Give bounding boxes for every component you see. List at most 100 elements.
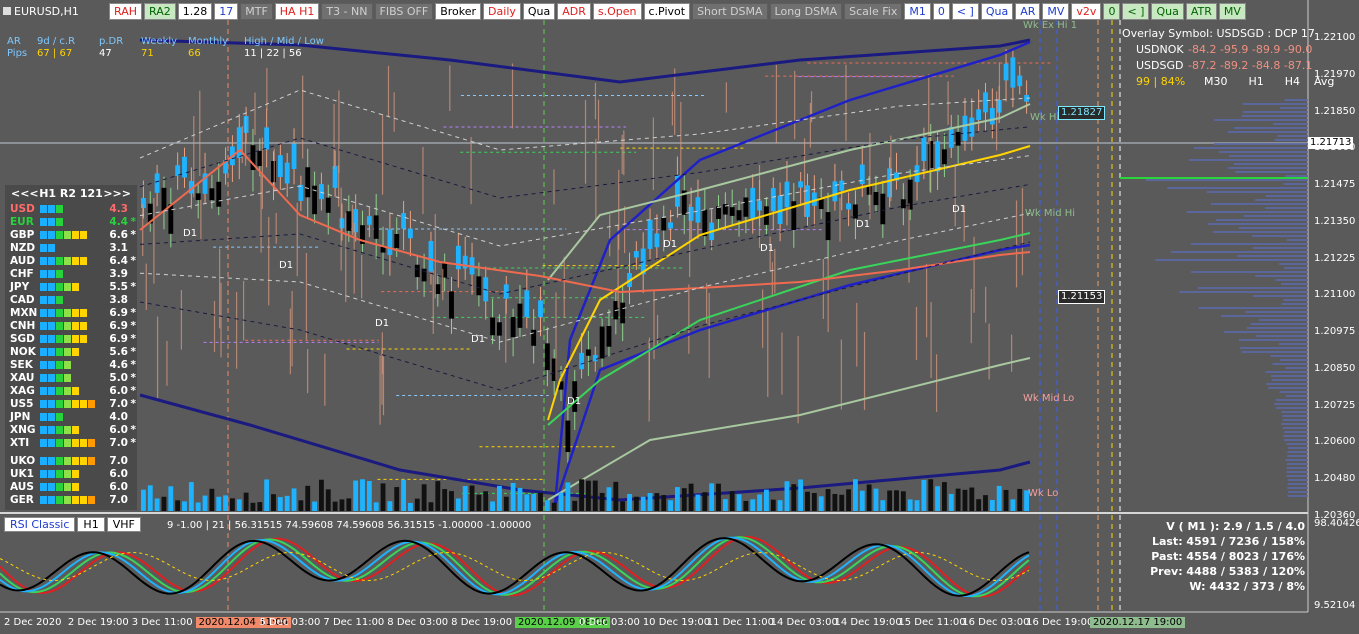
time-axis-label: 14 Dec 03:00: [770, 617, 838, 628]
time-axis-label: 8 Dec 03:00: [387, 617, 449, 628]
candle-body: [236, 127, 242, 158]
timeframe-button[interactable]: H1: [77, 517, 105, 532]
indicator-toolbar: RAH RA2 1.28 17 MTF HA H1 T3 - NN FIBS OFF Broke…: [109, 3, 1248, 20]
rsi-classic-button[interactable]: RSI Classic: [4, 517, 76, 532]
volume-bar: [394, 487, 400, 511]
panel-prev-button[interactable]: <<<: [11, 187, 39, 200]
toolbar-button[interactable]: AR: [1015, 3, 1041, 20]
toolbar-button[interactable]: 1.28: [177, 3, 213, 20]
toolbar-button[interactable]: T3 - NN: [321, 3, 373, 20]
currency-name: UKO: [10, 454, 36, 467]
toolbar-button[interactable]: RA2: [144, 3, 176, 20]
toolbar-button[interactable]: FIBS OFF: [374, 3, 434, 20]
toolbar-button[interactable]: M1: [904, 3, 931, 20]
d1-label: D1: [856, 219, 871, 230]
wk-ex-hi-label: Wk Ex Hi 1: [1023, 20, 1078, 31]
price-axis-label: 1.21350: [1314, 215, 1356, 227]
toolbar-button[interactable]: Daily: [483, 3, 521, 20]
volume-bar: [565, 482, 571, 511]
volume-bar: [928, 479, 934, 511]
stats-line: Last: 4591 / 7236 / 158%: [1151, 535, 1305, 548]
volume-bar: [325, 489, 331, 511]
volume-bar: [620, 501, 626, 511]
toolbar-button[interactable]: RAH: [109, 3, 142, 20]
toolbar-button[interactable]: s.Open: [592, 3, 642, 20]
toolbar-button[interactable]: 0: [932, 3, 950, 20]
strength-bar: [40, 399, 98, 408]
toolbar-button[interactable]: Long DSMA: [769, 3, 843, 20]
time-axis-label: 3 Dec 11:00: [131, 617, 193, 628]
panel-next-button[interactable]: >>>: [103, 187, 131, 200]
candle-body: [366, 216, 372, 225]
toolbar-button[interactable]: < ]: [1122, 3, 1150, 20]
time-axis[interactable]: 2 Dec 2020 2 Dec 19:00 3 Dec 11:00 2020.12.…: [0, 614, 1359, 634]
volume-bar: [483, 491, 489, 511]
toolbar-button[interactable]: MV: [1042, 3, 1070, 20]
info-ar-value: 67 | 67: [37, 48, 73, 59]
candle-body: [319, 184, 324, 200]
candle-body: [394, 233, 400, 249]
toolbar-button[interactable]: Scale Fix: [844, 3, 903, 20]
volume-bar: [996, 485, 1002, 511]
candle-body: [161, 187, 167, 211]
currency-row: MXN 6.9 *: [5, 306, 137, 319]
strength-star: *: [130, 436, 137, 449]
toolbar-button[interactable]: Qua: [522, 3, 556, 20]
strength-bar: [40, 230, 98, 239]
candle-body: [1017, 75, 1023, 87]
volume-bar: [572, 500, 578, 511]
candle-body: [414, 264, 420, 278]
toolbar-button[interactable]: ADR: [557, 3, 591, 20]
toolbar-button[interactable]: Broker: [435, 3, 482, 20]
toolbar-button[interactable]: 17: [214, 3, 239, 20]
time-axis-label: 16 Dec 03:00: [962, 617, 1030, 628]
toolbar-button[interactable]: Short DSMA: [692, 3, 768, 20]
currency-row: GBP 6.6 *: [5, 228, 137, 241]
toolbar-button[interactable]: ATR: [1185, 3, 1217, 20]
currency-name: CNH: [10, 319, 36, 332]
price-axis-label: 1.20850: [1314, 362, 1356, 374]
candle-body: [1003, 63, 1009, 81]
candle-body: [935, 141, 940, 172]
candle-body: [579, 352, 584, 370]
overlay-pair-name: USDNOK: [1136, 43, 1184, 56]
currency-name: NOK: [10, 345, 36, 358]
volume-bar: [442, 489, 448, 511]
toolbar-button[interactable]: HA H1: [274, 3, 320, 20]
strength-value: 6.0: [109, 384, 128, 397]
time-axis-label: 7 Dec 11:00: [323, 617, 385, 628]
strength-bar: [40, 334, 98, 343]
currency-name: USD: [10, 202, 35, 215]
overlay-pair-values: -84.2 -95.9 -89.9 -90.0: [1188, 43, 1313, 56]
toolbar-button[interactable]: MV: [1218, 3, 1246, 20]
toolbar-button[interactable]: c.Pivot: [643, 3, 691, 20]
chart-menu-icon[interactable]: [3, 7, 11, 15]
candle-body: [825, 212, 831, 241]
candle-body: [490, 317, 495, 336]
low-price-tag: 1.21153: [1058, 290, 1106, 304]
strength-bar: [40, 256, 98, 265]
toolbar-button[interactable]: MTF: [240, 3, 273, 20]
strength-bar: [40, 243, 98, 252]
toolbar-button[interactable]: < ]: [951, 3, 979, 20]
currency-row: CHF 3.9: [5, 267, 137, 280]
price-axis-label: 1.21850: [1314, 105, 1356, 117]
volume-bar: [613, 481, 619, 511]
vhf-button[interactable]: VHF: [106, 517, 141, 532]
candle-body: [538, 300, 543, 318]
strength-star: *: [130, 371, 137, 384]
toolbar-button[interactable]: Qua: [980, 3, 1014, 20]
toolbar-button[interactable]: 0: [1103, 3, 1121, 20]
toolbar-button[interactable]: v2v: [1071, 3, 1102, 20]
volume-bar: [846, 489, 851, 511]
candle-body: [497, 322, 502, 336]
volume-bar: [360, 479, 365, 511]
currency-row: USD 4.3: [5, 202, 137, 215]
volume-bar: [805, 491, 810, 511]
candle-body: [969, 117, 975, 137]
strength-value: 6.4: [109, 254, 128, 267]
time-axis-label: 10 Dec 19:00: [642, 617, 711, 628]
info-header-hml: High / Mid / Low: [244, 36, 324, 47]
currency-name: GER: [10, 493, 34, 506]
toolbar-button[interactable]: Qua: [1151, 3, 1184, 20]
